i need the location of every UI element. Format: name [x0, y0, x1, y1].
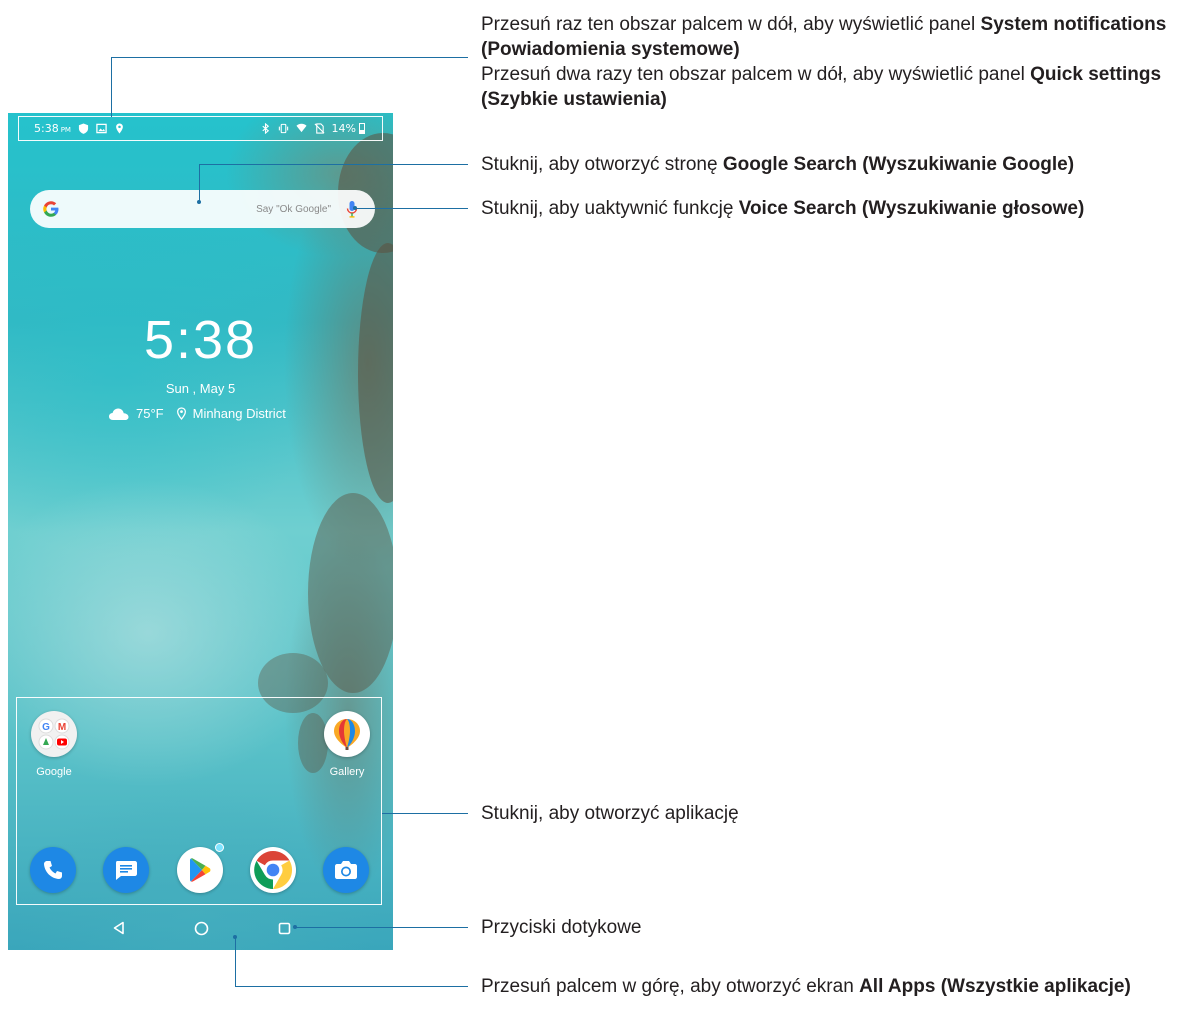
open-app-callout: Stuknij, aby otworzyć aplikację	[481, 803, 739, 824]
coastline-decoration	[308, 493, 393, 693]
apps-area-frame	[16, 697, 382, 905]
search-hint: Say "Ok Google"	[256, 203, 331, 215]
google-search-bar[interactable]: Say "Ok Google"	[30, 190, 375, 228]
open-app-callout-line	[382, 813, 468, 814]
google-logo-icon	[43, 201, 59, 217]
back-button[interactable]	[109, 918, 129, 938]
touch-buttons-callout-line	[295, 927, 468, 928]
voice-search-callout-dot	[353, 206, 357, 210]
notification-callout-line	[111, 57, 112, 117]
all-apps-callout-dot	[233, 935, 237, 939]
recents-icon	[278, 922, 290, 934]
notification-area-frame	[18, 116, 383, 141]
notification-callout-line	[111, 57, 468, 58]
all-apps-callout-line	[235, 986, 468, 987]
touch-buttons-callout: Przyciski dotykowe	[481, 917, 642, 938]
google-search-callout-line	[199, 164, 468, 165]
home-icon	[194, 921, 208, 935]
touch-buttons-callout-dot	[293, 925, 297, 929]
clock-time[interactable]: 5:38	[8, 309, 393, 371]
voice-search-button[interactable]	[341, 198, 363, 220]
weather-widget[interactable]: 75°F Minhang District	[108, 406, 286, 421]
back-icon	[113, 921, 124, 935]
navigation-bar	[8, 906, 393, 950]
voice-search-callout: Stuknij, aby uaktywnić funkcję Voice Sea…	[481, 198, 1085, 219]
all-apps-callout: Przesuń palcem w górę, aby otworzyć ekra…	[481, 976, 1131, 997]
clock-date: Sun , May 5	[165, 381, 236, 396]
voice-search-callout-line	[355, 208, 468, 209]
notifications-callout-line2: Przesuń dwa razy ten obszar palcem w dół…	[481, 64, 1162, 110]
location-pin-icon	[176, 407, 186, 420]
notifications-callout: Przesuń raz ten obszar palcem w dół, aby…	[481, 12, 1181, 112]
weather-temperature: 75°F	[136, 406, 164, 421]
cloud-icon	[109, 408, 129, 420]
home-button[interactable]	[191, 918, 211, 938]
all-apps-callout-line	[235, 938, 236, 987]
google-search-callout: Stuknij, aby otworzyć stronę Google Sear…	[481, 154, 1075, 175]
coastline-decoration	[358, 243, 393, 503]
google-search-callout-line	[199, 164, 200, 202]
notifications-callout-line1: Przesuń raz ten obszar palcem w dół, aby…	[481, 14, 1167, 60]
weather-location: Minhang District	[192, 406, 286, 421]
recents-button[interactable]	[274, 918, 294, 938]
google-search-callout-dot	[197, 200, 201, 204]
